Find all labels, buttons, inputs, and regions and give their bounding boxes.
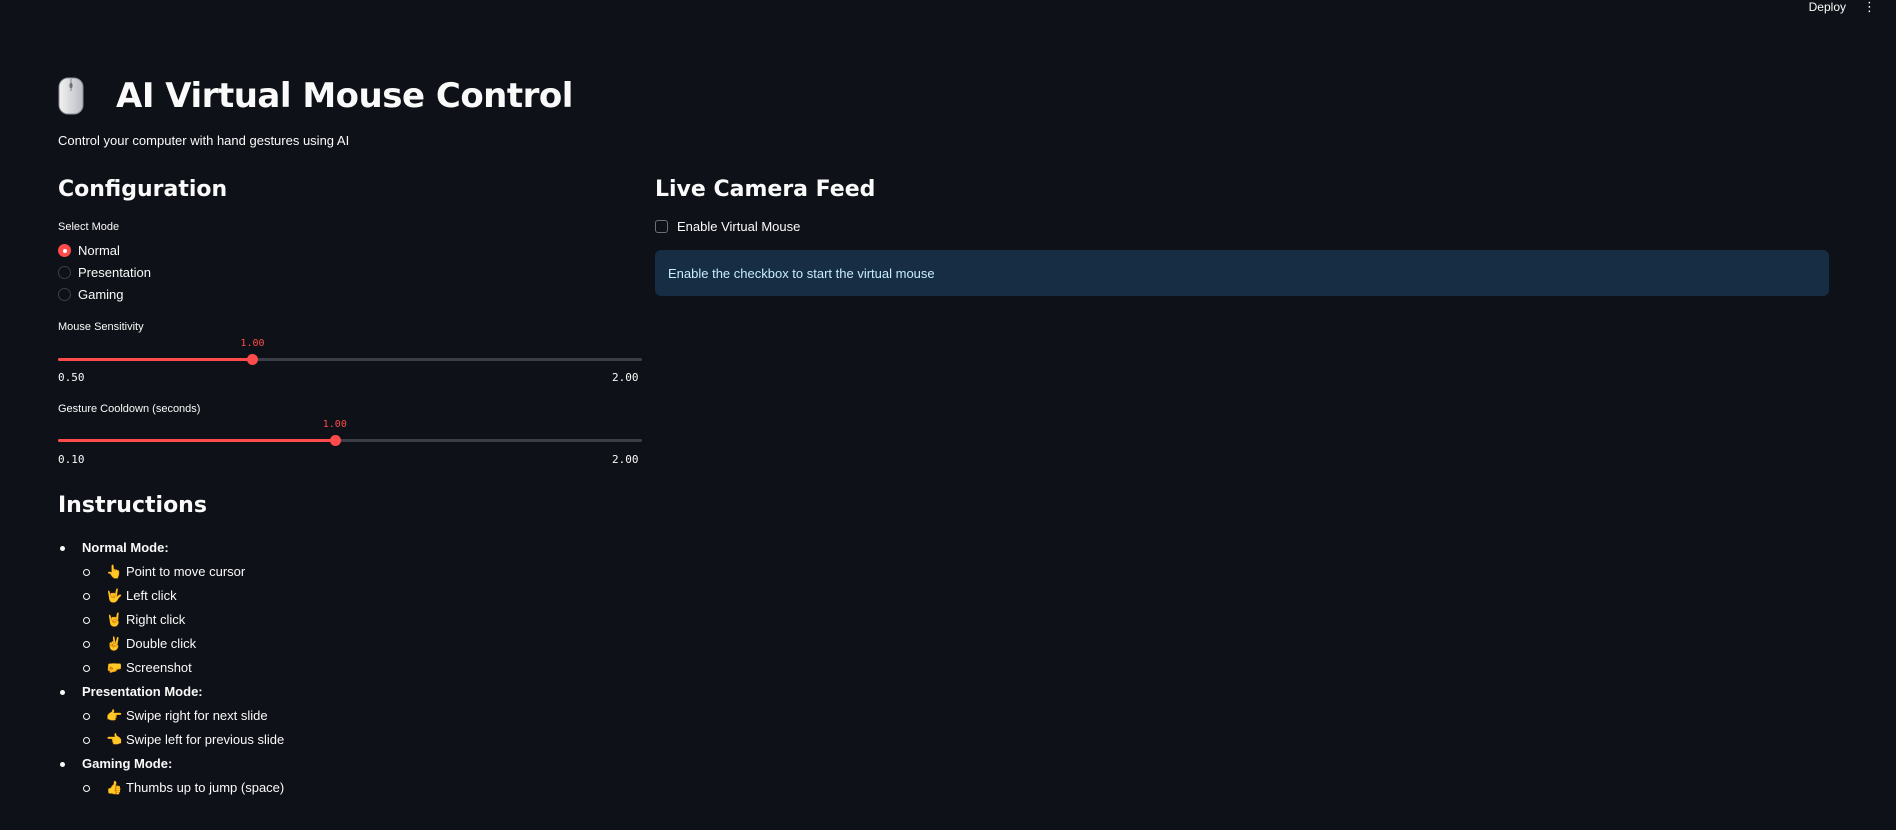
app-header: Deploy ⋮ (0, 0, 1896, 16)
list-item: ✌️ Double click (58, 632, 642, 656)
instruction-text: Screenshot (126, 660, 192, 675)
hand-gesture-icon: 👆 (106, 564, 123, 579)
radio-button-selected[interactable] (58, 244, 71, 257)
radio-label: Normal (78, 243, 120, 258)
hand-gesture-icon: 🤛 (106, 660, 123, 675)
sensitivity-max: 2.00 (612, 371, 639, 384)
instruction-text: Right click (126, 612, 186, 627)
hand-gesture-icon: 🤟 (106, 588, 123, 603)
slider-thumb[interactable] (247, 354, 259, 365)
radio-button[interactable] (58, 266, 71, 279)
sensitivity-min: 0.50 (58, 371, 85, 384)
enable-virtual-mouse-checkbox[interactable]: Enable Virtual Mouse (655, 219, 800, 234)
computer-mouse-icon (58, 76, 108, 116)
radio-button[interactable] (58, 288, 71, 301)
hand-gesture-icon: 👈 (106, 732, 123, 747)
hand-gesture-icon: 👍 (106, 780, 123, 795)
list-item: 🤛 Screenshot (58, 656, 642, 680)
instruction-group-title: Presentation Mode: (58, 680, 642, 704)
cooldown-label: Gesture Cooldown (seconds) (58, 403, 201, 415)
page-title: AI Virtual Mouse Control (116, 76, 573, 116)
list-item: 👍 Thumbs up to jump (space) (58, 776, 642, 800)
radio-presentation[interactable]: Presentation (58, 265, 151, 280)
radio-gaming[interactable]: Gaming (58, 287, 124, 302)
instruction-group: Gaming Mode: 👍 Thumbs up to jump (space) (58, 752, 642, 800)
instructions-list: Normal Mode: 👆 Point to move cursor 🤟 Left c… (58, 536, 642, 800)
list-item: 🤟 Left click (58, 584, 642, 608)
radio-normal[interactable]: Normal (58, 243, 120, 258)
instruction-group: Normal Mode: 👆 Point to move cursor 🤟 Left c… (58, 536, 642, 680)
info-text: Enable the checkbox to start the virtual… (668, 265, 935, 281)
page-subtitle: Control your computer with hand gestures… (58, 133, 350, 148)
cooldown-slider[interactable]: 1.00 (58, 419, 642, 450)
radio-label: Gaming (78, 287, 124, 302)
checkbox-label: Enable Virtual Mouse (677, 219, 801, 234)
slider-value: 1.00 (322, 419, 347, 430)
slider-fill (58, 439, 335, 442)
camera-feed-heading: Live Camera Feed (655, 177, 876, 202)
list-item: 🤘 Right click (58, 608, 642, 632)
hand-gesture-icon: 🤘 (106, 612, 123, 627)
instruction-group-title: Normal Mode: (58, 536, 642, 560)
cooldown-max: 2.00 (612, 453, 639, 466)
instruction-text: Double click (126, 636, 197, 651)
instruction-text: Left click (126, 588, 177, 603)
sensitivity-label: Mouse Sensitivity (58, 321, 144, 333)
vertical-ellipsis-icon[interactable]: ⋮ (1863, 0, 1876, 14)
cooldown-min: 0.10 (58, 453, 85, 466)
deploy-button[interactable]: Deploy (1809, 0, 1846, 14)
radio-label: Presentation (78, 265, 151, 280)
slider-fill (58, 358, 253, 361)
slider-value: 1.00 (240, 338, 265, 349)
instruction-text: Point to move cursor (126, 564, 246, 579)
list-item: 👈 Swipe left for previous slide (58, 728, 642, 752)
hand-gesture-icon: ✌️ (106, 636, 123, 651)
slider-thumb[interactable] (329, 435, 341, 446)
list-item: 👉 Swipe right for next slide (58, 704, 642, 728)
instructions-heading: Instructions (58, 493, 207, 518)
configuration-heading: Configuration (58, 177, 228, 202)
checkbox-box[interactable] (655, 220, 668, 233)
instruction-group: Presentation Mode: 👉 Swipe right for next … (58, 680, 642, 752)
hand-gesture-icon: 👉 (106, 708, 123, 723)
instruction-text: Swipe right for next slide (126, 708, 268, 723)
select-mode-label: Select Mode (58, 221, 120, 233)
info-alert: Enable the checkbox to start the virtual… (655, 250, 1829, 296)
page-title-row: AI Virtual Mouse Control (58, 76, 573, 116)
instruction-text: Swipe left for previous slide (126, 732, 285, 747)
sensitivity-slider[interactable]: 1.00 (58, 338, 642, 369)
instruction-text: Thumbs up to jump (space) (126, 780, 285, 795)
instruction-group-title: Gaming Mode: (58, 752, 642, 776)
list-item: 👆 Point to move cursor (58, 560, 642, 584)
